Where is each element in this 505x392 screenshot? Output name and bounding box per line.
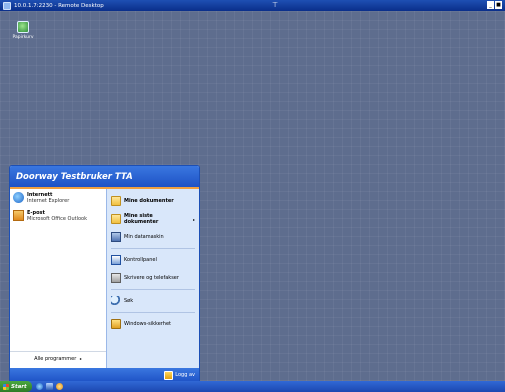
menu-item-search[interactable]: Søk [107,292,199,310]
taskbar: Start [0,381,505,392]
start-menu-right-column: Mine dokumenter Mine siste dokumenter ▸ … [106,189,199,370]
window-title: 10.0.1.7:2230 - Remote Desktop [14,2,104,9]
menu-item-label: Windows-sikkerhet [124,321,171,327]
start-menu-body: Internett Internet Explorer E-post Micro… [10,189,199,370]
pinned-item-subtitle: Microsoft Office Outlook [27,216,87,222]
folder-icon [111,196,121,206]
menu-item-label: Søk [124,298,134,304]
separator [111,289,195,290]
start-label: Start [11,383,27,390]
show-desktop-icon[interactable] [45,383,53,390]
menu-item-my-computer[interactable]: Min datamaskin [107,228,199,246]
log-off-label: Logg av [175,372,195,378]
start-button[interactable]: Start [0,381,32,392]
all-programs-button[interactable]: Alle programmer ▸ [10,351,106,362]
quick-launch [35,383,63,390]
control-panel-icon [111,255,121,265]
menu-item-control-panel[interactable]: Kontrollpanel [107,251,199,269]
menu-item-label: Kontrollpanel [124,257,157,263]
remote-desktop-titlebar: 10.0.1.7:2230 - Remote Desktop ⊤ _ ■ [0,0,505,11]
menu-item-my-documents[interactable]: Mine dokumenter [107,192,199,210]
all-programs-label: Alle programmer [34,356,77,362]
menu-item-label: Min datamaskin [124,234,164,240]
pinned-item-email[interactable]: E-post Microsoft Office Outlook [10,207,106,225]
close-button[interactable]: ■ [495,1,502,9]
log-off-icon [164,370,174,380]
menu-item-label: Mine siste dokumenter [124,213,159,225]
start-menu-left-column: Internett Internet Explorer E-post Micro… [10,189,106,370]
recycle-bin-icon [17,21,29,33]
folder-icon [111,214,121,224]
internet-explorer-icon [13,192,24,203]
start-menu-header: Doorway Testbruker TTA [10,166,199,189]
internet-explorer-icon[interactable] [35,383,43,390]
start-menu-footer: Logg av [10,368,199,382]
arrow-right-icon: ▸ [192,216,195,222]
window-controls: _ ■ [487,1,502,9]
menu-item-recent-documents[interactable]: Mine siste dokumenter ▸ [107,210,199,228]
search-icon [111,296,121,306]
remote-desktop-icon [3,1,11,10]
menu-item-printers[interactable]: Skrivere og telefakser [107,269,199,287]
windows-logo-icon [3,383,9,390]
menu-item-label: Skrivere og telefakser [124,275,179,281]
separator [111,248,195,249]
pin-icon[interactable]: ⊤ [270,1,280,10]
user-name: Doorway Testbruker TTA [16,171,133,182]
arrow-right-icon: ▸ [79,356,82,361]
outlook-icon [13,210,24,221]
desktop-icon-recycle-bin[interactable]: Papirkurv [10,21,36,40]
minimize-button[interactable]: _ [487,1,494,9]
desktop-icon-label: Papirkurv [12,35,34,40]
separator [111,312,195,313]
computer-icon [111,232,121,242]
start-menu: Doorway Testbruker TTA Internett Interne… [9,165,200,383]
menu-item-windows-security[interactable]: Windows-sikkerhet [107,315,199,333]
menu-item-label: Mine dokumenter [124,198,174,204]
media-player-icon[interactable] [55,383,63,390]
pinned-item-subtitle: Internet Explorer [27,198,70,204]
pinned-item-internet[interactable]: Internett Internet Explorer [10,189,106,207]
security-icon [111,319,121,329]
printer-icon [111,273,121,283]
log-off-button[interactable]: Logg av [164,370,195,380]
